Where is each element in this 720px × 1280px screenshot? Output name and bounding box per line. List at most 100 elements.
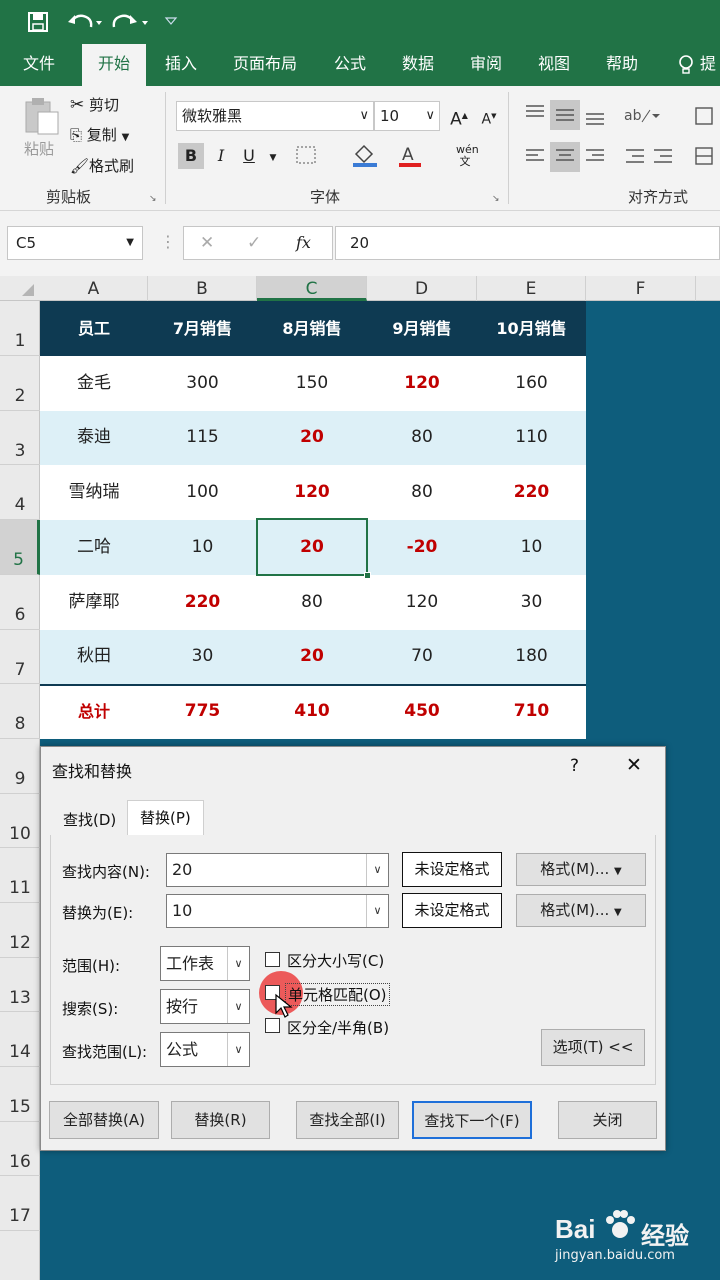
table-cell[interactable]: 120 [257,465,367,520]
table-cell[interactable]: 30 [148,629,257,684]
horizontal-align-icons[interactable] [522,142,622,172]
lightbulb-icon[interactable] [676,54,696,76]
table-cell[interactable]: 泰迪 [40,410,148,465]
border-icon[interactable] [296,146,318,166]
copy-button[interactable]: ⎘ 复制 ▼ [70,124,129,145]
paste-label[interactable]: 粘贴 [24,138,54,159]
customize-icon[interactable] [164,14,178,28]
tab-review[interactable]: 审阅 [458,44,514,86]
table-cell[interactable]: 20 [257,629,367,684]
tab-view[interactable]: 视图 [526,44,582,86]
dialog-launcher-icon[interactable]: ↘ [492,194,500,204]
row-header[interactable]: 2 [0,356,40,411]
table-cell[interactable]: 金毛 [40,356,148,411]
orientation-icon[interactable]: ab [622,102,662,128]
row-header[interactable]: 7 [0,630,40,684]
column-header[interactable]: E [477,276,586,301]
chevron-down-icon[interactable]: ∨ [366,854,388,886]
table-cell[interactable]: 150 [257,356,367,411]
tab-formulas[interactable]: 公式 [322,44,378,86]
phonetic-icon[interactable]: wén 文 [456,144,479,168]
table-cell[interactable]: 秋田 [40,629,148,684]
match-width-label[interactable]: 区分全/半角(B) [287,1017,389,1038]
header-cell[interactable]: 10月销售 [477,301,586,356]
header-cell[interactable]: 9月销售 [367,301,477,356]
table-cell[interactable]: 20 [257,410,367,465]
table-cell[interactable]: 80 [257,575,367,630]
table-cell[interactable]: 30 [477,575,586,630]
table-cell[interactable]: 220 [477,465,586,520]
tab-help[interactable]: 帮助 [594,44,650,86]
tab-page-layout[interactable]: 页面布局 [222,44,308,86]
tab-find[interactable]: 查找(D) [57,805,122,835]
row-header[interactable]: 15 [0,1067,40,1122]
close-icon[interactable]: ✕ [626,754,642,776]
table-cell[interactable]: 70 [367,629,477,684]
table-cell[interactable]: 80 [367,410,477,465]
replace-button[interactable]: 替换(R) [171,1101,270,1139]
tab-file[interactable]: 文件 [8,44,70,86]
tab-tell-me[interactable]: 提 [700,44,720,86]
select-all-icon[interactable] [14,282,36,298]
table-cell[interactable]: 180 [477,629,586,684]
header-cell[interactable]: 8月销售 [257,301,367,356]
find-what-input[interactable]: 20 ∨ [166,853,389,887]
font-name-box[interactable]: 微软雅黑 ∨ [176,101,374,131]
replace-format-button[interactable]: 格式(M)... ▼ [516,894,646,927]
match-entire-cell-label[interactable]: 单元格匹配(O) [285,983,390,1006]
shrink-font-button[interactable]: A▼ [476,103,502,129]
table-cell[interactable]: 120 [367,575,477,630]
underline-button[interactable]: U [236,143,262,169]
row-header[interactable]: 5 [0,520,40,575]
table-cell[interactable]: 220 [148,575,257,630]
formula-input[interactable]: 20 [335,226,720,260]
paste-icon[interactable] [22,96,62,136]
table-cell[interactable]: 萨摩耶 [40,575,148,630]
total-label-cell[interactable]: 总计 [40,684,148,739]
table-cell[interactable]: 雪纳瑞 [40,465,148,520]
table-cell[interactable]: 10 [477,520,586,575]
row-header[interactable]: 11 [0,848,40,903]
table-cell[interactable]: 300 [148,356,257,411]
row-header[interactable]: 14 [0,1012,40,1067]
column-header[interactable]: B [148,276,257,301]
find-format-button[interactable]: 格式(M)... ▼ [516,853,646,886]
tab-replace[interactable]: 替换(P) [127,800,204,836]
row-header[interactable]: 10 [0,794,40,848]
name-box[interactable]: C5 ▼ [7,226,143,260]
fill-handle[interactable] [364,572,371,579]
table-cell[interactable]: -20 [367,520,477,575]
header-cell[interactable]: 7月销售 [148,301,257,356]
row-header[interactable]: 3 [0,411,40,465]
row-header[interactable]: 6 [0,575,40,630]
options-button[interactable]: 选项(T) << [541,1029,645,1066]
enter-icon[interactable]: ✓ [247,233,261,253]
row-header[interactable]: 4 [0,465,40,520]
table-cell[interactable]: 二哈 [40,520,148,575]
column-header[interactable]: C [257,276,367,301]
close-button[interactable]: 关闭 [558,1101,657,1139]
total-cell[interactable]: 710 [477,684,586,739]
replace-with-input[interactable]: 10 ∨ [166,894,389,928]
find-next-button[interactable]: 查找下一个(F) [412,1101,532,1139]
tab-data[interactable]: 数据 [390,44,446,86]
tab-home[interactable]: 开始 [82,44,146,86]
replace-all-button[interactable]: 全部替换(A) [49,1101,159,1139]
wrap-merge-icons[interactable] [694,104,716,168]
total-cell[interactable]: 410 [257,684,367,739]
within-select[interactable]: 工作表 ∨ [160,946,250,981]
insert-function-icon[interactable]: fx [296,233,311,252]
table-cell[interactable]: 160 [477,356,586,411]
look-in-select[interactable]: 公式 ∨ [160,1032,250,1067]
column-header[interactable]: D [367,276,477,301]
find-all-button[interactable]: 查找全部(I) [296,1101,399,1139]
row-header[interactable]: 8 [0,684,40,739]
table-cell[interactable]: 100 [148,465,257,520]
font-size-box[interactable]: 10 ∨ [374,101,440,131]
bold-button[interactable]: B [178,143,204,169]
cancel-icon[interactable]: ✕ [200,233,214,253]
table-cell[interactable]: 80 [367,465,477,520]
match-width-checkbox[interactable] [265,1018,280,1033]
grow-font-button[interactable]: A▲ [446,103,472,130]
format-painter-button[interactable]: 🖌格式刷 [70,155,134,176]
